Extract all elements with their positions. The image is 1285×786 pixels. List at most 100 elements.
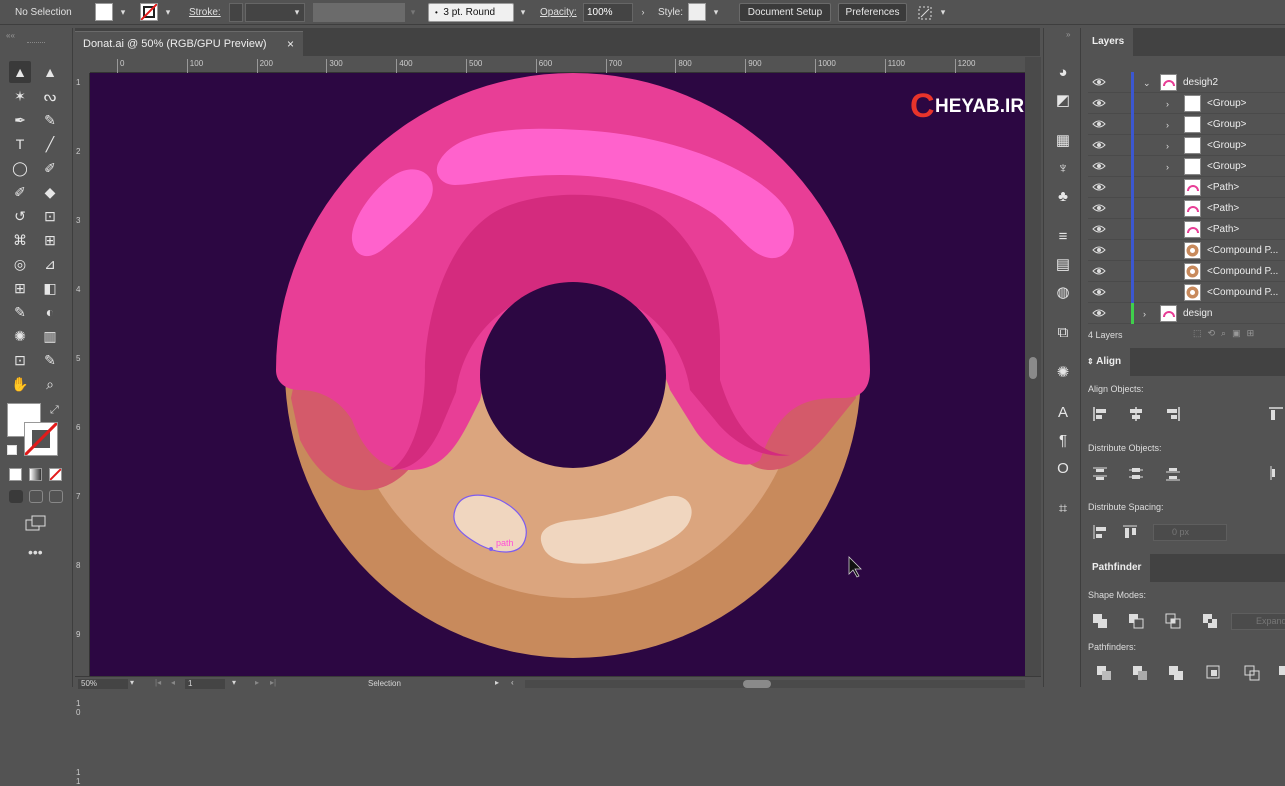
- layer-name[interactable]: <Group>: [1207, 98, 1246, 109]
- fill-swatch[interactable]: [95, 3, 113, 21]
- layer-row[interactable]: <Compound P...: [1088, 240, 1285, 261]
- unite-icon[interactable]: [1091, 612, 1109, 630]
- variable-width-profile[interactable]: [313, 3, 405, 22]
- layer-row[interactable]: <Path>: [1088, 198, 1285, 219]
- layer-row[interactable]: <Compound P...: [1088, 282, 1285, 303]
- puppet-warp-tool-icon[interactable]: ⌘: [9, 229, 31, 251]
- close-tab-icon[interactable]: ×: [287, 32, 294, 56]
- layer-name[interactable]: <Group>: [1207, 161, 1246, 172]
- hand-tool-icon[interactable]: ✋: [9, 373, 31, 395]
- expand-toggle-icon[interactable]: ›: [1143, 309, 1146, 319]
- layer-row[interactable]: <Path>: [1088, 219, 1285, 240]
- stroke-weight-stepper[interactable]: [229, 3, 243, 22]
- eraser-tool-icon[interactable]: ◆: [39, 181, 61, 203]
- vertical-ruler[interactable]: 1 2 3 4 5 6 7 8 9 1 0 1 1: [74, 73, 90, 786]
- ellipse-tool-icon[interactable]: ◯: [9, 157, 31, 179]
- artboard-chevron-icon[interactable]: ▾: [232, 678, 236, 687]
- lasso-tool-icon[interactable]: ᔓ: [39, 85, 61, 107]
- scroll-left-icon[interactable]: ‹: [511, 678, 514, 687]
- anchor-point[interactable]: [489, 547, 493, 551]
- layer-row[interactable]: › <Group>: [1088, 93, 1285, 114]
- stroke-weight-chevron-icon[interactable]: ▾: [291, 6, 303, 18]
- draw-normal-icon[interactable]: [9, 490, 23, 503]
- brush-definition-field[interactable]: • 3 pt. Round: [428, 3, 514, 22]
- fill-dropdown-chevron-icon[interactable]: ▾: [117, 6, 129, 18]
- shape-builder-tool-icon[interactable]: ◎: [9, 253, 31, 275]
- intersect-icon[interactable]: [1164, 612, 1182, 630]
- gradient-panel-icon[interactable]: ▤: [1052, 254, 1074, 276]
- color-guide-icon[interactable]: ◩: [1052, 90, 1074, 112]
- type-tool-icon[interactable]: T: [9, 133, 31, 155]
- brushes-icon[interactable]: ♆: [1052, 158, 1074, 180]
- horizontal-ruler[interactable]: 0 100 200 300 400 500 600 700 800 900 1000 1100 1200: [90, 57, 1025, 73]
- column-graph-tool-icon[interactable]: ▥: [39, 325, 61, 347]
- opacity-field[interactable]: 100%: [583, 3, 633, 22]
- expand-button[interactable]: Expand: [1231, 613, 1285, 630]
- expand-toggle-icon[interactable]: ›: [1166, 99, 1169, 109]
- pen-tool-icon[interactable]: ✒: [9, 109, 31, 131]
- visibility-eye-icon[interactable]: [1092, 182, 1106, 192]
- mesh-tool-icon[interactable]: ⊞: [9, 277, 31, 299]
- layer-row[interactable]: ⌄ desigh2: [1088, 72, 1285, 93]
- visibility-eye-icon[interactable]: [1092, 161, 1106, 171]
- symbol-sprayer-tool-icon[interactable]: ✺: [9, 325, 31, 347]
- curvature-tool-icon[interactable]: ✎: [39, 109, 61, 131]
- stroke-color-box[interactable]: [23, 421, 59, 457]
- toolbar-grip[interactable]: [27, 42, 45, 44]
- layer-row[interactable]: › design: [1088, 303, 1285, 324]
- zoom-field[interactable]: 50%: [78, 679, 128, 689]
- vertical-scroll-thumb[interactable]: [1029, 357, 1037, 379]
- appearance-icon[interactable]: ✺: [1052, 362, 1074, 384]
- layer-name[interactable]: design: [1183, 308, 1212, 319]
- zoom-chevron-icon[interactable]: ▾: [130, 678, 134, 687]
- visibility-eye-icon[interactable]: [1092, 287, 1106, 297]
- direct-selection-tool-icon[interactable]: ▲: [39, 61, 61, 83]
- align-top-icon[interactable]: [1267, 405, 1285, 423]
- visibility-eye-icon[interactable]: [1092, 203, 1106, 213]
- last-artboard-icon[interactable]: ▸|: [270, 678, 276, 687]
- ruler-origin[interactable]: [75, 57, 90, 73]
- blend-tool-icon[interactable]: ◐: [39, 301, 61, 323]
- artboard-canvas[interactable]: path C HEYAB.IR: [90, 73, 1025, 676]
- layer-name[interactable]: desigh2: [1183, 77, 1218, 88]
- artboard-number-field[interactable]: 1: [185, 679, 225, 689]
- arrange-chevron-icon[interactable]: ▾: [937, 6, 949, 18]
- layer-row[interactable]: <Compound P...: [1088, 261, 1285, 282]
- minus-back-icon[interactable]: [1277, 664, 1285, 682]
- tab-pathfinder[interactable]: Pathfinder: [1083, 554, 1151, 582]
- vertical-distribute-space-icon[interactable]: [1091, 523, 1109, 541]
- default-colors-icon[interactable]: [7, 445, 17, 455]
- layer-name[interactable]: <Path>: [1207, 182, 1239, 193]
- align-collapse-icon[interactable]: ⇕: [1087, 357, 1094, 366]
- distribute-top-icon[interactable]: [1091, 464, 1109, 482]
- align-horizontal-center-icon[interactable]: [1127, 405, 1145, 423]
- document-setup-button[interactable]: Document Setup: [739, 3, 831, 22]
- tab-layers[interactable]: Layers: [1083, 28, 1134, 56]
- transform-panel-icon[interactable]: ⌗: [1052, 498, 1074, 520]
- layer-row[interactable]: <Path>: [1088, 177, 1285, 198]
- visibility-eye-icon[interactable]: [1092, 140, 1106, 150]
- rotate-tool-icon[interactable]: ↺: [9, 205, 31, 227]
- next-artboard-icon[interactable]: ▸: [255, 678, 259, 687]
- spacing-value-field[interactable]: 0 px: [1153, 524, 1227, 541]
- layer-row[interactable]: › <Group>: [1088, 114, 1285, 135]
- opacity-chevron-icon[interactable]: ›: [637, 6, 649, 18]
- line-segment-tool-icon[interactable]: ╱: [39, 133, 61, 155]
- layer-row[interactable]: › <Group>: [1088, 135, 1285, 156]
- layer-row[interactable]: › <Group>: [1088, 156, 1285, 177]
- asset-export-icon[interactable]: ⧉: [1052, 322, 1074, 344]
- expand-toggle-icon[interactable]: ›: [1166, 162, 1169, 172]
- free-transform-tool-icon[interactable]: ⊞: [39, 229, 61, 251]
- distribute-left-icon[interactable]: [1267, 464, 1285, 482]
- character-icon[interactable]: A: [1052, 402, 1074, 424]
- zoom-tool-icon[interactable]: ⌕: [39, 373, 61, 395]
- eyedropper-tool-icon[interactable]: ✎: [9, 301, 31, 323]
- expand-toggle-icon[interactable]: ⌄: [1143, 78, 1151, 89]
- color-panel-icon[interactable]: ◕: [1052, 62, 1074, 84]
- merge-icon[interactable]: [1167, 664, 1185, 682]
- trim-icon[interactable]: [1131, 664, 1149, 682]
- swatches-icon[interactable]: ▦: [1052, 130, 1074, 152]
- none-mode-icon[interactable]: [49, 468, 62, 481]
- paintbrush-tool-icon[interactable]: ✐: [39, 157, 61, 179]
- color-mode-icon[interactable]: [9, 468, 22, 481]
